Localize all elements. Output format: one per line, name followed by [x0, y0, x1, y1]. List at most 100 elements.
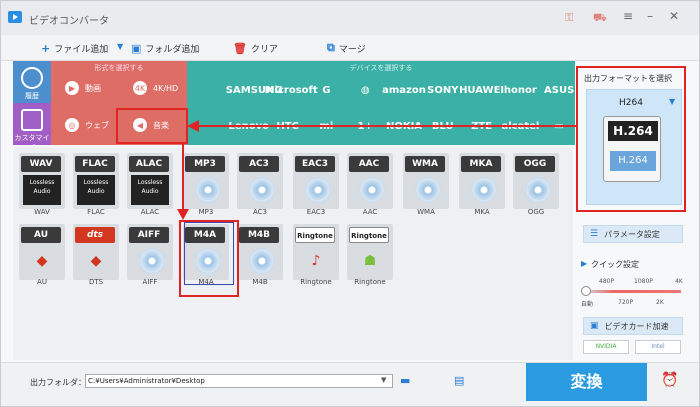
format-badge: WMA	[405, 156, 445, 172]
close-button[interactable]: ✕	[665, 7, 683, 25]
disc-icon	[471, 177, 497, 203]
quality-slider-knob[interactable]	[581, 286, 591, 296]
web-category[interactable]: ◎ ウェブ	[65, 118, 109, 132]
format-tile-ogg[interactable]: OGG	[513, 153, 559, 209]
format-badge: OGG	[515, 156, 555, 172]
format-badge: AC3	[239, 156, 279, 172]
format-label: MP3	[198, 208, 214, 216]
arrow-line-down	[182, 144, 184, 216]
quick-settings-label: クイック設定	[591, 260, 639, 269]
disc-icon	[195, 177, 221, 203]
format-category-heading: 形式を選択する	[94, 64, 144, 72]
format-label: M4B	[252, 278, 268, 286]
minimize-button[interactable]: –	[641, 7, 659, 25]
format-badge: Ringtone	[349, 227, 389, 243]
format-label: WMA	[417, 208, 435, 216]
arrow-head-left	[187, 120, 199, 132]
format-tile-m4b[interactable]: M4B	[237, 224, 283, 280]
format-card-top: H.264	[608, 121, 658, 141]
format-tile-dts[interactable]: dts ◆	[73, 224, 119, 280]
format-badge: M4B	[239, 227, 279, 243]
arrow-head-down	[177, 209, 189, 220]
format-label: OGG	[527, 208, 545, 216]
toolbar: + ファイル追加 ▣ フォルダ追加 🗑 クリア ⧉ マージ	[1, 35, 699, 61]
dts-icon: ◆	[90, 253, 102, 269]
format-tile-aiff[interactable]: AIFF	[127, 224, 173, 280]
format-card-bottom: H.264	[610, 151, 656, 171]
device-category-heading: デバイスを選択する	[349, 64, 413, 72]
format-badge: AU	[21, 227, 61, 243]
music-highlight-box	[116, 108, 188, 144]
open-folder-icon[interactable]: ▤	[454, 374, 464, 387]
trash-icon: 🗑	[233, 41, 247, 55]
merge-button[interactable]: ⧉ マージ	[327, 41, 366, 55]
customize-button[interactable]: カスタマイズ	[13, 103, 51, 152]
format-label: EAC3	[306, 208, 326, 216]
key-icon[interactable]: ⚿	[565, 11, 573, 25]
clock-icon	[21, 67, 43, 89]
alarm-clock-icon[interactable]: ⏰	[661, 372, 678, 388]
browse-folder-icon[interactable]: ▬	[400, 374, 410, 387]
add-file-dropdown-icon[interactable]: ▼	[117, 42, 123, 51]
chrome-icon: ◎	[65, 118, 79, 132]
format-tile-ringtone[interactable]: Ringtone ☗	[347, 224, 393, 280]
format-tile-alac[interactable]: ALAC Lossless Audio	[127, 153, 173, 209]
format-tile-aac[interactable]: AAC	[347, 153, 393, 209]
clear-button[interactable]: 🗑 クリア	[233, 41, 278, 55]
disc-icon	[305, 177, 331, 203]
format-tile-mp3[interactable]: MP3	[183, 153, 229, 209]
format-tile-ringtone[interactable]: Ringtone ♪	[293, 224, 339, 280]
format-badge: MKA	[461, 156, 501, 172]
quality-slider[interactable]	[585, 290, 681, 293]
hd-category[interactable]: 4K 4K/HD	[133, 81, 178, 95]
quick-top-1: 480P	[599, 278, 615, 285]
format-badge: Ringtone	[295, 227, 335, 243]
intel-toggle[interactable]: Intel	[635, 340, 681, 354]
format-label: AU	[37, 278, 47, 286]
disc-icon	[139, 248, 165, 274]
format-tile-ac3[interactable]: AC3	[237, 153, 283, 209]
quick-bottom-2: 720P	[618, 299, 634, 306]
video-category[interactable]: ▶ 動画	[65, 81, 101, 95]
title-bar: ビデオコンバータ ⚿ ⛟ ≡ – ✕	[1, 1, 699, 35]
format-tile-eac3[interactable]: EAC3	[293, 153, 339, 209]
format-label: AC3	[252, 208, 267, 216]
format-label: AIFF	[142, 278, 158, 286]
cart-icon[interactable]: ⛟	[593, 11, 607, 26]
format-label: DTS	[88, 278, 104, 286]
format-label: WAV	[34, 208, 50, 216]
format-tile-wav[interactable]: WAV Lossless Audio	[19, 153, 65, 209]
output-folder-dropdown-icon[interactable]: ▼	[381, 376, 386, 384]
merge-icon: ⧉	[327, 41, 335, 54]
add-file-button[interactable]: + ファイル追加	[41, 41, 108, 55]
arrow-line	[197, 125, 577, 127]
output-format-card[interactable]: H.264 H.264	[603, 116, 661, 182]
format-tile-au[interactable]: AU ◆	[19, 224, 65, 280]
android-ringtone-icon: ☗	[363, 253, 377, 269]
speed-icon: ▶	[581, 259, 588, 268]
add-folder-button[interactable]: ▣ フォルダ追加	[131, 41, 199, 55]
chevron-down-icon[interactable]: ▼	[669, 97, 675, 106]
format-tile-mka[interactable]: MKA	[459, 153, 505, 209]
quick-top-2: 1080P	[634, 278, 653, 285]
folder-plus-icon: ▣	[131, 41, 142, 55]
convert-button[interactable]: 変換	[526, 363, 647, 401]
customize-icon	[21, 109, 43, 131]
menu-icon[interactable]: ≡	[619, 7, 637, 25]
nvidia-toggle[interactable]: NVIDIA	[583, 340, 629, 354]
output-folder-input[interactable]: C:¥Users¥Administrator¥Desktop	[85, 374, 393, 388]
play-icon: ▶	[65, 81, 79, 95]
format-badge: dts	[75, 227, 115, 243]
format-tile-flac[interactable]: FLAC Lossless Audio	[73, 153, 119, 209]
output-format-title: 出力フォーマットを選択	[584, 74, 672, 83]
format-tile-wma[interactable]: WMA	[403, 153, 449, 209]
format-badge: EAC3	[295, 156, 335, 172]
app-title: ビデオコンバータ	[29, 16, 109, 27]
gpu-acceleration-button[interactable]: ▣ ビデオカード加速	[583, 317, 683, 335]
history-button[interactable]: 履歴	[13, 61, 51, 103]
parameter-settings-button[interactable]: ☰ パラメータ設定	[583, 225, 683, 243]
quick-bottom-3: 2K	[656, 299, 664, 306]
lossless-icon: Lossless Audio	[131, 175, 169, 205]
disc-icon	[249, 177, 275, 203]
format-label: ALAC	[140, 208, 160, 216]
